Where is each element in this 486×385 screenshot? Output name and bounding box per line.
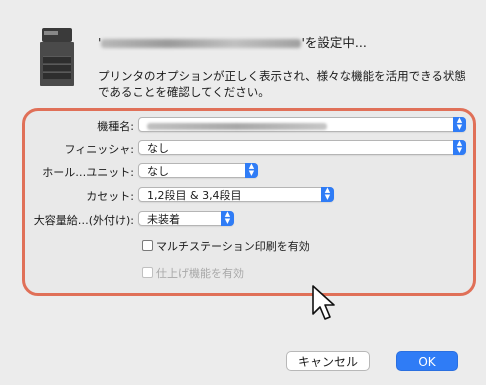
cassette-value: 1,2段目 & 3,4段目 [147, 189, 242, 202]
multi-station-label: マルチステーション印刷を有効 [156, 240, 310, 253]
hole-unit-value: なし [147, 165, 169, 178]
model-value-redacted [147, 122, 327, 130]
ok-button[interactable]: OK [396, 351, 458, 371]
lcf-popup[interactable]: 未装着 ▲ ▼ [138, 211, 234, 226]
cassette-popup[interactable]: 1,2段目 & 3,4段目 ▲ ▼ [138, 187, 334, 202]
model-label: 機種名: [97, 120, 134, 133]
hole-unit-label: ホール…ユニット: [42, 166, 134, 179]
lcf-value: 未装着 [147, 213, 180, 226]
popup-arrows-icon: ▲ ▼ [453, 140, 466, 155]
finisher-value: なし [147, 142, 169, 155]
dialog-description: プリンタのオプションが正しく表示され、様々な機能を活用できる状態であることを確認… [98, 69, 466, 99]
popup-arrows-icon: ▲ ▼ [453, 117, 466, 132]
checkbox-icon [142, 240, 153, 251]
lcf-label: 大容量給…(外付け): [33, 214, 134, 227]
dialog-title: ' 'を設定中... [98, 35, 367, 50]
multi-station-checkbox[interactable]: マルチステーション印刷を有効 [142, 238, 310, 254]
printer-name-redacted [101, 39, 302, 48]
model-popup[interactable]: ▲ ▼ [138, 117, 466, 132]
checkbox-icon [142, 267, 153, 278]
popup-arrows-icon: ▲ ▼ [221, 211, 234, 226]
hole-unit-popup[interactable]: なし ▲ ▼ [138, 163, 258, 178]
mouse-cursor-icon [312, 285, 335, 320]
finishing-label: 仕上げ機能を有効 [156, 267, 244, 280]
cancel-button[interactable]: キャンセル [286, 351, 370, 371]
finishing-checkbox: 仕上げ機能を有効 [142, 265, 244, 281]
printer-icon [40, 28, 76, 88]
popup-arrows-icon: ▲ ▼ [245, 163, 258, 178]
cassette-label: カセット: [86, 190, 134, 203]
finisher-popup[interactable]: なし ▲ ▼ [138, 140, 466, 155]
finisher-label: フィニッシャ: [64, 143, 135, 156]
popup-arrows-icon: ▲ ▼ [321, 187, 334, 202]
